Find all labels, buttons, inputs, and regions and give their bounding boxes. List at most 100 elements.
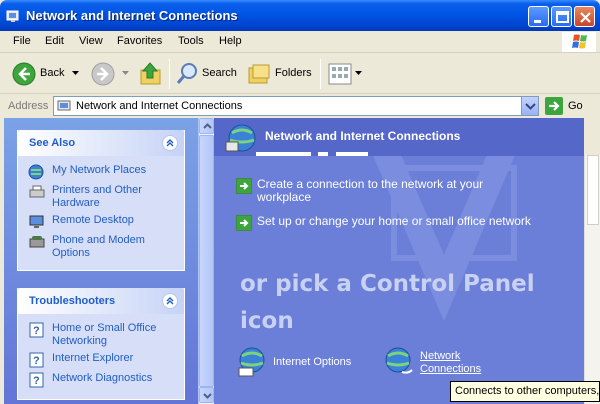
phone-modem-icon: [29, 236, 45, 248]
scroll-up-button[interactable]: [199, 118, 214, 134]
internet-options-item[interactable]: Internet Options: [236, 346, 376, 378]
category-title: Network and Internet Connections: [265, 129, 461, 143]
views-icon[interactable]: [328, 63, 352, 85]
forward-arrow-icon[interactable]: [91, 62, 115, 86]
pick-control-panel-heading: or pick a Control Panel icon: [240, 271, 535, 334]
see-also-panel: See Also My Network Places Printers and …: [17, 130, 185, 271]
menu-view[interactable]: View: [79, 35, 103, 47]
views-dropdown-icon[interactable]: [355, 71, 362, 76]
close-icon: [580, 12, 591, 23]
troubleshooter-item-label: Internet Explorer: [52, 352, 134, 364]
go-button[interactable]: Go: [568, 100, 583, 112]
internet-options-label: Internet Options: [273, 356, 352, 368]
task-label: Set up or change your home or small offi…: [257, 214, 531, 228]
menu-tools[interactable]: Tools: [178, 35, 204, 47]
minimize-button[interactable]: [528, 6, 549, 27]
svg-text:?: ?: [33, 325, 40, 337]
category-header: Network and Internet Connections: [214, 118, 584, 156]
main-scrollbar[interactable]: [584, 155, 600, 404]
menu-favorites[interactable]: Favorites: [117, 35, 162, 47]
see-also-item-label: Remote Desktop: [52, 214, 134, 226]
help-icon: ?: [29, 352, 44, 368]
internet-options-icon: [238, 347, 265, 377]
address-value: Network and Internet Connections: [76, 100, 243, 112]
printer-icon: [29, 185, 45, 198]
toolbar-separator: [169, 59, 170, 89]
network-globe-icon: [225, 124, 256, 152]
remote-desktop-icon: [29, 215, 44, 228]
see-also-item-label: Printers and Other Hardware: [52, 184, 142, 209]
maximize-button[interactable]: [551, 6, 572, 27]
back-arrow-icon[interactable]: [12, 62, 36, 86]
network-places-icon: [28, 164, 44, 180]
menu-file[interactable]: File: [13, 35, 31, 47]
address-input[interactable]: Network and Internet Connections: [53, 96, 539, 116]
see-also-item-remote-desktop[interactable]: Remote Desktop: [28, 214, 178, 230]
network-folder-icon: [6, 10, 19, 22]
network-connections-icon: [385, 347, 413, 374]
back-button[interactable]: Back: [40, 67, 64, 79]
up-folder-icon[interactable]: [139, 61, 163, 87]
troubleshooter-item-internet-explorer[interactable]: ? Internet Explorer: [28, 352, 178, 368]
menu-edit[interactable]: Edit: [45, 35, 64, 47]
green-arrow-icon: [236, 215, 252, 231]
troubleshooter-item-label: Home or Small Office Networking: [52, 322, 157, 347]
svg-text:?: ?: [33, 355, 40, 367]
see-also-title: See Also: [29, 137, 76, 149]
close-button[interactable]: [574, 6, 595, 27]
see-also-collapse-button[interactable]: [162, 135, 178, 151]
green-arrow-icon: [236, 178, 252, 194]
address-label: Address: [8, 100, 49, 112]
help-icon: ?: [29, 322, 44, 338]
windows-logo: [562, 32, 596, 52]
main-content: Network and Internet Connections Create …: [214, 118, 584, 404]
search-button[interactable]: Search: [202, 67, 237, 79]
chevron-up-icon: [166, 139, 174, 147]
troubleshooter-item-label: Network Diagnostics: [52, 372, 153, 384]
toolbar-separator: [320, 59, 321, 89]
task-setup-home-network[interactable]: Set up or change your home or small offi…: [236, 215, 556, 231]
search-icon[interactable]: [176, 62, 200, 86]
folders-button[interactable]: Folders: [275, 67, 312, 79]
troubleshooter-item-network-diagnostics[interactable]: ? Network Diagnostics: [28, 372, 178, 388]
menu-bar: File Edit View Favorites Tools Help: [0, 31, 600, 53]
see-also-item-my-network-places[interactable]: My Network Places: [28, 164, 178, 180]
network-connections-item[interactable]: Network Connections: [384, 346, 494, 380]
network-connections-label: Network Connections: [420, 350, 482, 375]
troubleshooters-collapse-button[interactable]: [162, 293, 178, 309]
help-icon: ?: [29, 372, 44, 388]
go-arrow-icon[interactable]: [545, 97, 563, 115]
scroll-thumb[interactable]: [587, 155, 599, 225]
clipped-task-text: [256, 152, 436, 158]
scroll-thumb[interactable]: [199, 135, 214, 387]
see-also-item-label: Phone and Modem Options: [52, 234, 145, 259]
standard-toolbar: Back Search Folders: [0, 54, 600, 94]
chevron-up-icon: [203, 123, 212, 129]
see-also-item-printers[interactable]: Printers and Other Hardware: [28, 184, 178, 212]
forward-dropdown-icon[interactable]: [122, 71, 129, 76]
chevron-down-icon: [525, 103, 536, 110]
folders-icon[interactable]: [247, 62, 271, 86]
task-label: Create a connection to the network at yo…: [257, 177, 484, 204]
troubleshooters-header[interactable]: Troubleshooters: [18, 288, 184, 314]
maximize-icon: [556, 11, 569, 23]
task-create-workplace-connection[interactable]: Create a connection to the network at yo…: [236, 178, 536, 206]
svg-text:?: ?: [33, 375, 40, 387]
troubleshooters-title: Troubleshooters: [29, 295, 116, 307]
menu-help[interactable]: Help: [219, 35, 242, 47]
task-pane-scrollbar[interactable]: [198, 118, 214, 404]
see-also-item-label: My Network Places: [52, 164, 147, 176]
back-dropdown-icon[interactable]: [72, 71, 79, 76]
network-folder-icon: [57, 100, 71, 111]
scroll-down-button[interactable]: [199, 387, 214, 403]
window-title: Network and Internet Connections: [26, 8, 238, 23]
title-bar: Network and Internet Connections: [0, 0, 600, 31]
address-dropdown-button[interactable]: [521, 97, 538, 115]
troubleshooter-item-home-networking[interactable]: ? Home or Small Office Networking: [28, 322, 178, 350]
tooltip: Connects to other computers,: [450, 381, 600, 402]
address-bar: Address Network and Internet Connections…: [0, 94, 600, 118]
troubleshooters-panel: Troubleshooters ? Home or Small Office N…: [17, 288, 185, 400]
chevron-up-icon: [166, 297, 174, 305]
see-also-header[interactable]: See Also: [18, 130, 184, 156]
see-also-item-phone-modem[interactable]: Phone and Modem Options: [28, 234, 178, 262]
